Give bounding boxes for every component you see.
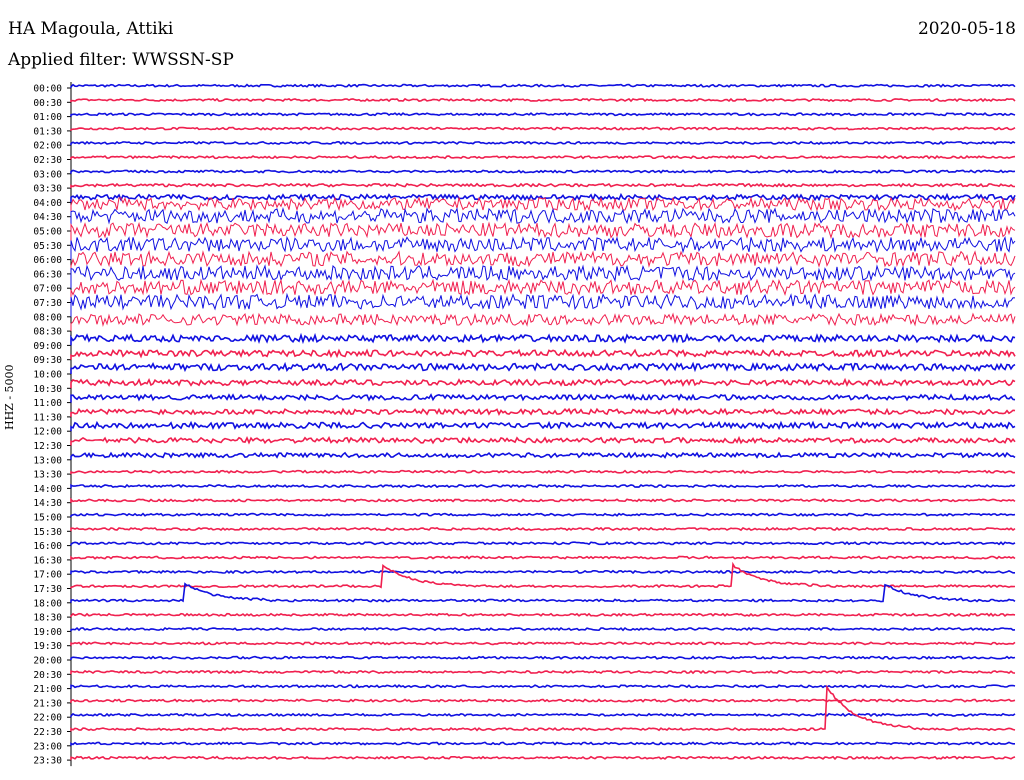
trace-row: [70, 112, 1016, 117]
row-label: 12:30: [33, 441, 62, 452]
trace-row: [70, 469, 1016, 475]
trace-row: [70, 684, 1016, 732]
row-label: 04:30: [33, 212, 62, 223]
trace-row: [70, 420, 1016, 432]
row-label: 00:30: [33, 98, 62, 109]
row-label: 14:00: [33, 484, 62, 495]
row-label: 21:30: [33, 698, 62, 709]
trace-row: [70, 741, 1015, 746]
row-label: 09:30: [33, 355, 62, 366]
row-label: 05:00: [33, 227, 62, 238]
row-label: 05:30: [33, 241, 62, 252]
row-label: 19:30: [33, 641, 62, 652]
row-label: 09:00: [33, 341, 62, 352]
trace-row: [70, 407, 1016, 417]
row-label: 10:00: [33, 370, 62, 381]
row-label: 15:30: [33, 527, 62, 538]
trace-row: [70, 451, 1016, 460]
trace-row: [70, 292, 1016, 317]
trace-row: [70, 526, 1016, 532]
trace-row: [70, 669, 1016, 675]
trace-row: [70, 332, 1016, 346]
trace-row: [70, 512, 1016, 517]
row-label: 03:30: [33, 184, 62, 195]
trace-row: [70, 97, 1016, 103]
trace-row: [70, 250, 1016, 274]
trace-row: [70, 221, 1016, 246]
row-label: 11:30: [33, 412, 62, 423]
trace-row: [70, 393, 1016, 403]
trace-row: [70, 569, 1015, 575]
row-label: 16:30: [33, 555, 62, 566]
trace-row: [70, 497, 1016, 503]
row-label: 04:00: [33, 198, 62, 209]
row-label: 01:00: [33, 112, 62, 123]
row-label: 02:30: [33, 155, 62, 166]
trace-row: [70, 612, 1016, 618]
row-label: 19:00: [33, 627, 62, 638]
row-label: 00:00: [33, 84, 62, 95]
row-label: 15:00: [33, 513, 62, 524]
row-label: 07:00: [33, 284, 62, 295]
row-label: 12:00: [33, 427, 62, 438]
row-label: 08:00: [33, 312, 62, 323]
row-label: 14:30: [33, 498, 62, 509]
trace-row: [70, 126, 1016, 131]
row-label: 02:00: [33, 141, 62, 152]
trace-row: [70, 377, 1016, 389]
trace-row: [70, 684, 1016, 689]
trace-row: [70, 755, 1016, 761]
row-label: 20:00: [33, 656, 62, 667]
row-label: 18:30: [33, 613, 62, 624]
trace-row: [70, 626, 1016, 632]
trace-row: [70, 264, 1016, 289]
row-label: 10:30: [33, 384, 62, 395]
seismogram-plot: 00:00 00:30 01:00 01:30 02:00 02:30 03:00 03:30…: [33, 82, 1016, 767]
row-label: 07:30: [33, 298, 62, 309]
trace-row: [70, 154, 1016, 160]
row-label: 20:30: [33, 670, 62, 681]
trace-row: [70, 182, 1015, 189]
trace-row: [70, 561, 1016, 589]
trace-row: [70, 483, 1016, 489]
row-label: 03:00: [33, 169, 62, 180]
row-label: 06:30: [33, 269, 62, 280]
trace-row: [70, 641, 1016, 646]
trace-row: [70, 169, 1016, 174]
row-label: 11:00: [33, 398, 62, 409]
row-label: 22:00: [33, 713, 62, 724]
trace-row: [70, 712, 1016, 718]
row-label: 18:00: [33, 598, 62, 609]
trace-row: [70, 206, 1016, 231]
trace-row: [70, 83, 1016, 88]
row-label: 13:00: [33, 455, 62, 466]
trace-row: [70, 348, 1016, 360]
row-label: 06:00: [33, 255, 62, 266]
trace-row: [70, 541, 1016, 546]
row-label: 13:30: [33, 470, 62, 481]
row-label: 17:00: [33, 570, 62, 581]
trace-row: [70, 435, 1016, 446]
row-label: 23:00: [33, 741, 62, 752]
row-label: 01:30: [33, 126, 62, 137]
trace-row: [70, 698, 1016, 703]
row-label: 08:30: [33, 327, 62, 338]
trace-row: [70, 312, 1016, 332]
trace-row: [70, 555, 1016, 560]
row-label: 16:00: [33, 541, 62, 552]
row-label: 23:30: [33, 756, 62, 767]
trace-row: [70, 655, 1016, 660]
trace-row: [70, 361, 1016, 374]
trace-row: [70, 140, 1016, 146]
row-label: 17:30: [33, 584, 62, 595]
row-label: 22:30: [33, 727, 62, 738]
row-label: 21:00: [33, 684, 62, 695]
